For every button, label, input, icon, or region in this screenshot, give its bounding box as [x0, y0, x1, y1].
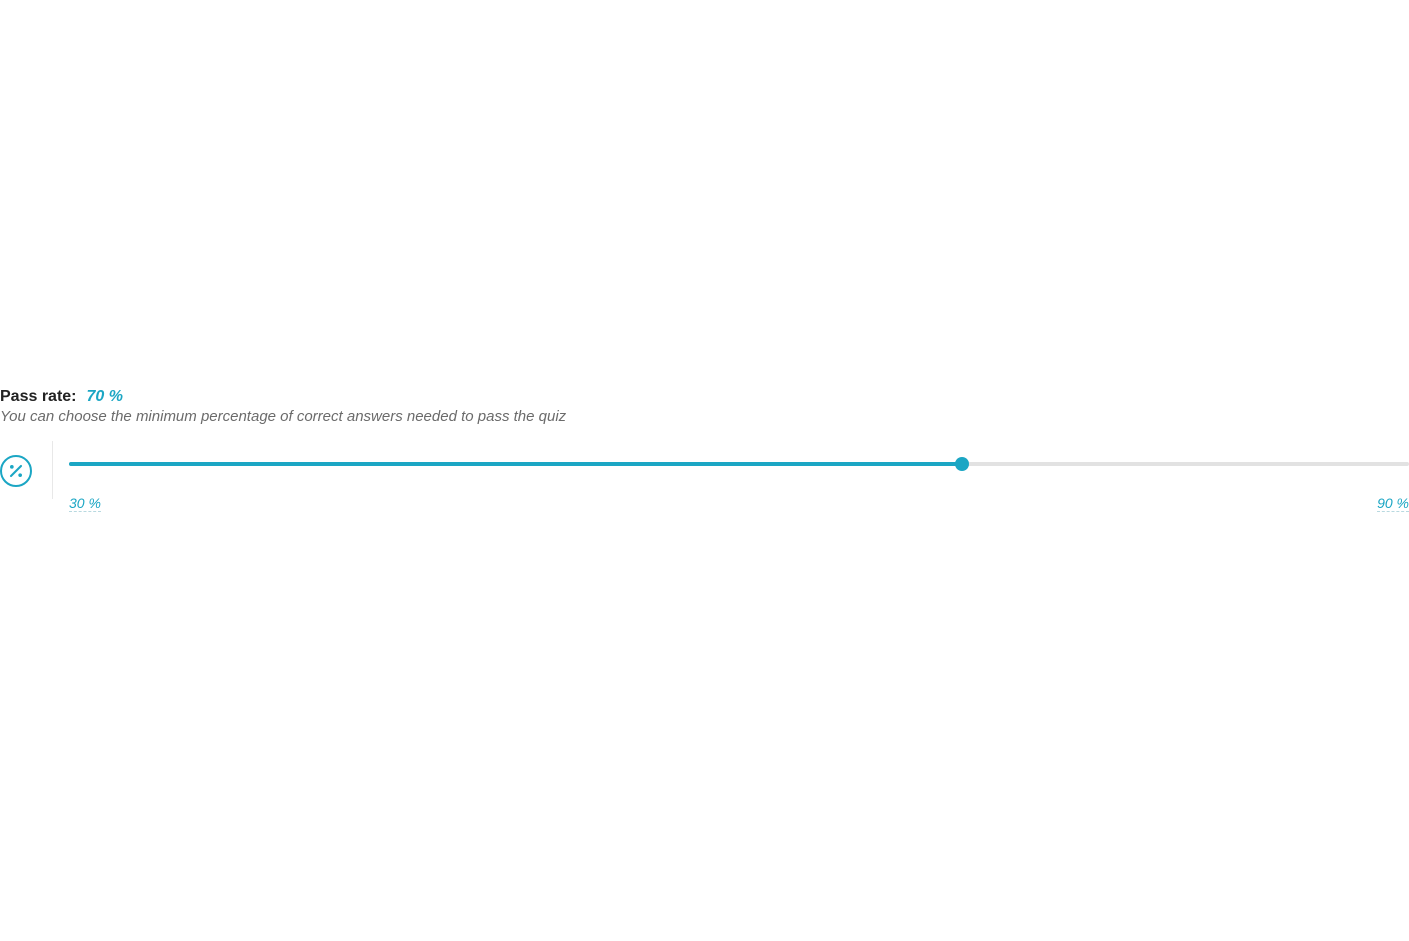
slider-thumb[interactable] — [955, 457, 969, 471]
slider-container: 30 % 90 % — [69, 457, 1409, 512]
slider-labels: 30 % 90 % — [69, 495, 1409, 512]
slider-max-label: 90 % — [1377, 495, 1409, 512]
pass-rate-label: Pass rate: — [0, 388, 77, 406]
divider-container — [32, 441, 69, 499]
slider-track-fill — [69, 462, 962, 466]
vertical-divider — [52, 441, 53, 499]
percent-icon-container — [0, 455, 32, 487]
pass-rate-section: Pass rate: 70 % You can choose the minim… — [0, 388, 1409, 512]
percent-icon — [0, 455, 32, 487]
pass-rate-header: Pass rate: 70 % — [0, 388, 1409, 406]
slider-row: 30 % 90 % — [0, 457, 1409, 512]
pass-rate-slider[interactable] — [69, 457, 1409, 471]
pass-rate-description: You can choose the minimum percentage of… — [0, 408, 1409, 425]
slider-min-label: 30 % — [69, 495, 101, 512]
pass-rate-value: 70 % — [87, 388, 123, 406]
